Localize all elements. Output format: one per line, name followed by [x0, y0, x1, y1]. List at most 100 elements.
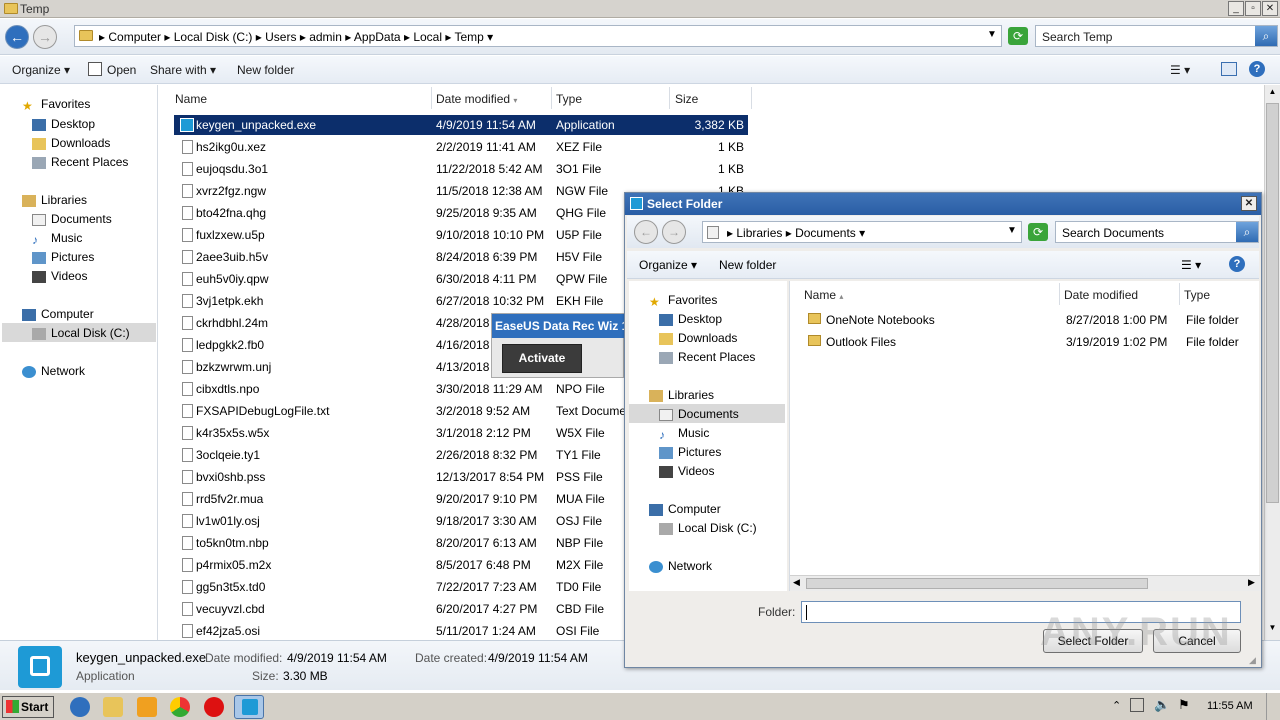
dialog-list-item[interactable]: OneNote Notebooks 8/27/2018 1:00 PM File…	[808, 311, 1258, 331]
back-button[interactable]: ←	[5, 25, 29, 49]
dialog-close-button[interactable]: ✕	[1241, 196, 1257, 211]
crumb-temp[interactable]: Temp	[454, 30, 483, 44]
minimize-button[interactable]: _	[1228, 1, 1244, 16]
nav-documents[interactable]: Documents	[32, 212, 112, 226]
chrome-icon[interactable]	[170, 697, 190, 717]
dialog-nav-pictures[interactable]: Pictures	[659, 445, 721, 459]
crumb-local[interactable]: Local	[413, 30, 442, 44]
column-header-date-modified[interactable]: Date modified ▾	[432, 87, 552, 109]
vertical-scrollbar[interactable]: ▲ ▼	[1264, 85, 1280, 640]
nav-music[interactable]: ♪ Music	[32, 231, 82, 247]
scroll-thumb[interactable]	[1266, 103, 1279, 503]
activate-button[interactable]: Activate	[502, 344, 582, 373]
dialog-column-header-date-modified[interactable]: Date modified	[1060, 283, 1180, 305]
search-input[interactable]: Search Temp ⌕	[1035, 25, 1278, 47]
dialog-refresh-icon[interactable]: ⟳	[1028, 223, 1048, 241]
nav-desktop[interactable]: Desktop	[32, 117, 95, 131]
dialog-nav-favorites[interactable]: ★ Favorites	[649, 293, 717, 309]
show-hidden-icons-icon[interactable]: ⌃	[1112, 699, 1121, 712]
dialog-nav-videos[interactable]: Videos	[659, 464, 714, 478]
organize-button[interactable]: Organize ▾	[12, 63, 70, 77]
show-desktop-button[interactable]	[1266, 693, 1278, 720]
nav-recent-places[interactable]: Recent Places	[32, 155, 128, 169]
dialog-list-item[interactable]: Outlook Files 3/19/2019 1:02 PM File fol…	[808, 333, 1258, 353]
chevron-down-icon[interactable]: ▼	[987, 29, 997, 40]
crumb-documents[interactable]: Documents	[795, 226, 856, 240]
column-header-size[interactable]: Size	[670, 87, 752, 109]
table-row[interactable]: hs2ikg0u.xez 2/2/2019 11:41 AM XEZ File 1 K…	[174, 137, 748, 157]
dialog-nav-recent-places[interactable]: Recent Places	[659, 350, 755, 364]
dialog-nav-computer[interactable]: Computer	[649, 502, 721, 516]
scroll-right-arrow-icon[interactable]: ▶	[1248, 577, 1255, 588]
explorer-icon[interactable]	[103, 697, 123, 717]
network-tray-icon[interactable]	[1130, 698, 1144, 712]
scroll-left-arrow-icon[interactable]: ◀	[793, 577, 800, 588]
crumb-computer[interactable]: Computer	[108, 30, 161, 44]
view-options-icon[interactable]: ☰ ▾	[1170, 63, 1190, 77]
start-button[interactable]: Start	[2, 696, 54, 718]
easeus-taskbar-button[interactable]	[234, 695, 264, 719]
refresh-icon[interactable]: ⟳	[1008, 27, 1028, 45]
dialog-horizontal-scrollbar[interactable]: ◀ ▶	[790, 575, 1260, 591]
crumb-local-disk[interactable]: Local Disk (C:)	[174, 30, 253, 44]
dialog-forward-button[interactable]: →	[662, 220, 686, 244]
column-header-type[interactable]: Type	[552, 87, 670, 109]
flag-icon[interactable]: ⚑	[1178, 697, 1190, 713]
nav-libraries[interactable]: Libraries	[22, 193, 87, 207]
dialog-new-folder-button[interactable]: New folder	[719, 258, 776, 272]
open-button[interactable]: Open	[107, 63, 136, 77]
table-row[interactable]: eujoqsdu.3o1 11/22/2018 5:42 AM 3O1 File 1 …	[174, 159, 748, 179]
nav-favorites[interactable]: ★ Favorites	[22, 97, 90, 113]
clock[interactable]: 11:55 AM	[1207, 700, 1253, 712]
help-icon[interactable]: ?	[1249, 61, 1265, 77]
dialog-help-icon[interactable]: ?	[1229, 256, 1245, 272]
nav-local-disk[interactable]: Local Disk (C:)	[2, 323, 156, 342]
dialog-search-input[interactable]: Search Documents ⌕	[1055, 221, 1259, 243]
search-icon[interactable]: ⌕	[1255, 26, 1277, 46]
volume-icon[interactable]: 🔈	[1154, 697, 1170, 713]
nav-videos[interactable]: Videos	[32, 269, 87, 283]
nav-network[interactable]: Network	[22, 364, 85, 378]
dialog-nav-local-disk[interactable]: Local Disk (C:)	[659, 521, 757, 535]
dialog-nav-libraries[interactable]: Libraries	[649, 388, 714, 402]
search-icon[interactable]: ⌕	[1236, 222, 1258, 242]
table-row[interactable]: keygen_unpacked.exe 4/9/2019 11:54 AM Appl…	[174, 115, 748, 135]
dialog-nav-desktop[interactable]: Desktop	[659, 312, 722, 326]
new-folder-button[interactable]: New folder	[237, 63, 294, 77]
nav-downloads[interactable]: Downloads	[32, 136, 110, 150]
scroll-down-arrow-icon[interactable]: ▼	[1266, 623, 1279, 636]
resize-grip-icon[interactable]: ◢	[1249, 655, 1256, 666]
dialog-nav-downloads[interactable]: Downloads	[659, 331, 737, 345]
dialog-nav-documents[interactable]: Documents	[629, 404, 785, 423]
dialog-view-options-icon[interactable]: ☰ ▾	[1181, 258, 1201, 272]
dialog-address-bar[interactable]: ▸ Libraries ▸ Documents ▾ ▼	[702, 221, 1022, 243]
sort-arrow-icon: ▾	[513, 96, 518, 105]
share-with-button[interactable]: Share with ▾	[150, 63, 216, 77]
cell-type: QHG File	[556, 206, 607, 220]
crumb-users[interactable]: Users	[265, 30, 296, 44]
preview-pane-icon[interactable]	[1221, 62, 1237, 76]
media-player-icon[interactable]	[137, 697, 157, 717]
column-header-name[interactable]: Name	[160, 87, 432, 109]
crumb-libraries[interactable]: Libraries	[736, 226, 782, 240]
crumb-appdata[interactable]: AppData	[354, 30, 401, 44]
chevron-down-icon[interactable]: ▼	[1007, 225, 1017, 236]
dialog-column-header-type[interactable]: Type	[1180, 283, 1260, 305]
dialog-nav-music[interactable]: ♪ Music	[659, 426, 709, 442]
address-bar[interactable]: ▸ Computer ▸ Local Disk (C:) ▸ Users ▸ a…	[74, 25, 1002, 47]
computer-icon	[649, 503, 663, 516]
dialog-column-header-name[interactable]: Name ▴	[790, 283, 1060, 305]
scroll-up-arrow-icon[interactable]: ▲	[1266, 87, 1279, 100]
dialog-back-button[interactable]: ←	[634, 220, 658, 244]
dialog-scroll-thumb[interactable]	[806, 578, 1148, 589]
opera-icon[interactable]	[204, 697, 224, 717]
dialog-nav-network[interactable]: Network	[649, 559, 712, 573]
maximize-button[interactable]: ▫	[1245, 1, 1261, 16]
close-button[interactable]: ✕	[1262, 1, 1278, 16]
internet-explorer-icon[interactable]	[70, 697, 90, 717]
dialog-organize-button[interactable]: Organize ▾	[639, 258, 697, 272]
crumb-admin[interactable]: admin	[309, 30, 342, 44]
forward-button[interactable]: →	[33, 25, 57, 49]
nav-computer[interactable]: Computer	[22, 307, 94, 321]
nav-pictures[interactable]: Pictures	[32, 250, 94, 264]
